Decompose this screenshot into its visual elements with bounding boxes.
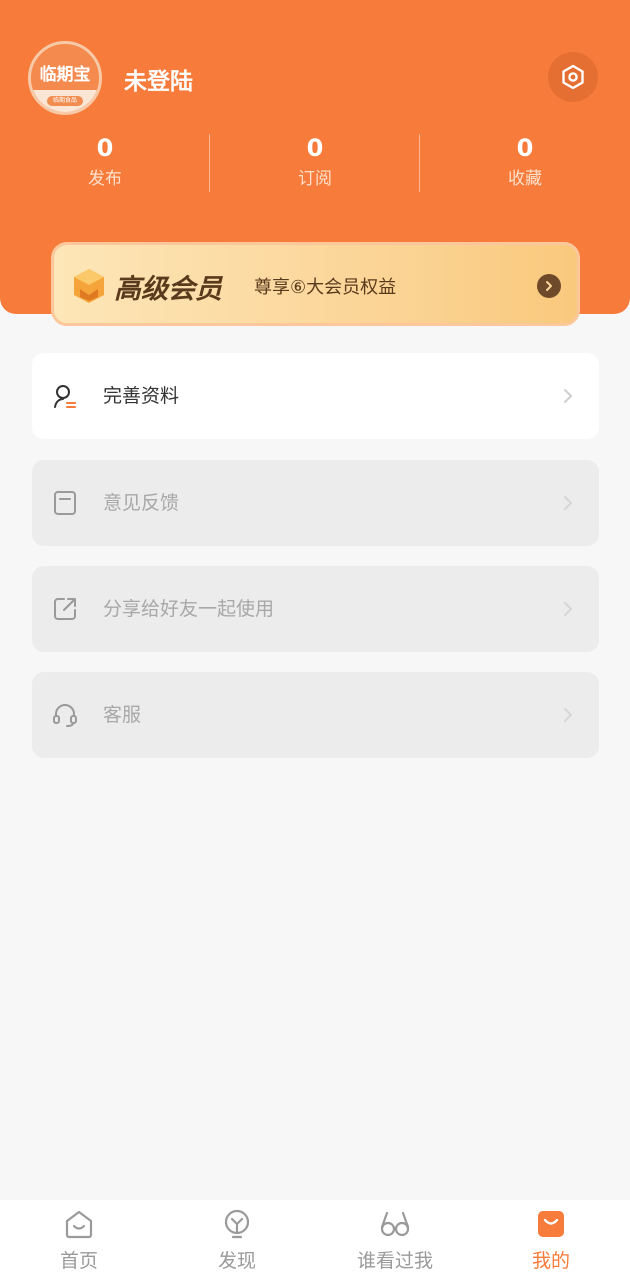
stat-favorite[interactable]: 0 收藏 bbox=[420, 130, 630, 192]
stat-favorite-count: 0 bbox=[516, 134, 534, 162]
stat-subscribe-label: 订阅 bbox=[298, 169, 332, 189]
stat-publish-count: 0 bbox=[96, 134, 114, 162]
menu-item-complete-profile[interactable]: 完善资料 bbox=[32, 353, 599, 439]
share-icon bbox=[54, 598, 76, 620]
stat-favorite-label: 收藏 bbox=[508, 169, 542, 189]
tab-mine[interactable]: 我的 bbox=[472, 1200, 630, 1280]
menu-item-customer-service[interactable]: 客服 bbox=[32, 672, 599, 758]
glasses-icon bbox=[380, 1211, 410, 1237]
stat-publish[interactable]: 0 发布 bbox=[0, 130, 210, 192]
bottom-tab-bar: 首页 发现 谁看过我 我的 bbox=[0, 1200, 630, 1280]
tab-home-label: 首页 bbox=[59, 1250, 98, 1272]
menu-label: 完善资料 bbox=[103, 385, 180, 407]
username[interactable]: 未登陆 bbox=[124, 62, 193, 96]
menu-label: 客服 bbox=[103, 704, 142, 726]
tab-discover[interactable]: 发现 bbox=[158, 1200, 316, 1280]
avatar-band: 临期食品 bbox=[31, 90, 99, 112]
menu-item-share[interactable]: 分享给好友一起使用 bbox=[32, 566, 599, 652]
chevron-right-icon bbox=[564, 708, 572, 722]
chevron-right-icon bbox=[546, 281, 552, 291]
tab-who-viewed-me[interactable]: 谁看过我 bbox=[316, 1200, 474, 1280]
feedback-doc-icon bbox=[54, 491, 76, 515]
mine-bag-icon bbox=[538, 1211, 564, 1237]
stat-publish-label: 发布 bbox=[88, 169, 122, 189]
avatar-logo-text: 临期宝 bbox=[39, 65, 91, 85]
vip-subtitle: 尊享⑥大会员权益 bbox=[254, 277, 397, 298]
stat-divider bbox=[209, 134, 210, 192]
user-edit-icon bbox=[54, 385, 76, 408]
tab-who-viewed-me-label: 谁看过我 bbox=[356, 1250, 433, 1272]
avatar-sub-text: 临期食品 bbox=[47, 96, 83, 106]
stats-row: 0 发布 0 订阅 0 收藏 bbox=[0, 130, 630, 200]
stat-subscribe[interactable]: 0 订阅 bbox=[210, 130, 420, 192]
stat-divider bbox=[419, 134, 420, 192]
menu-item-feedback[interactable]: 意见反馈 bbox=[32, 460, 599, 546]
avatar[interactable]: 临期宝 临期食品 bbox=[28, 41, 102, 115]
vip-arrow-button[interactable] bbox=[537, 274, 561, 298]
settings-button[interactable] bbox=[548, 52, 598, 102]
tab-discover-label: 发现 bbox=[217, 1250, 256, 1272]
menu-label: 分享给好友一起使用 bbox=[103, 598, 275, 620]
menu-label: 意见反馈 bbox=[103, 492, 180, 514]
vip-banner[interactable]: 高级会员 尊享⑥大会员权益 bbox=[51, 242, 580, 326]
stat-subscribe-count: 0 bbox=[306, 134, 324, 162]
headset-icon bbox=[53, 704, 77, 727]
chevron-right-icon bbox=[564, 389, 572, 403]
tab-home[interactable]: 首页 bbox=[0, 1200, 158, 1280]
vip-crown-icon bbox=[74, 269, 104, 303]
chevron-right-icon bbox=[564, 602, 572, 616]
vip-title: 高级会员 bbox=[114, 274, 222, 305]
home-icon bbox=[65, 1210, 93, 1239]
discover-icon bbox=[224, 1209, 250, 1239]
chevron-right-icon bbox=[564, 496, 572, 510]
gear-icon bbox=[562, 64, 584, 90]
tab-mine-label: 我的 bbox=[531, 1250, 570, 1272]
